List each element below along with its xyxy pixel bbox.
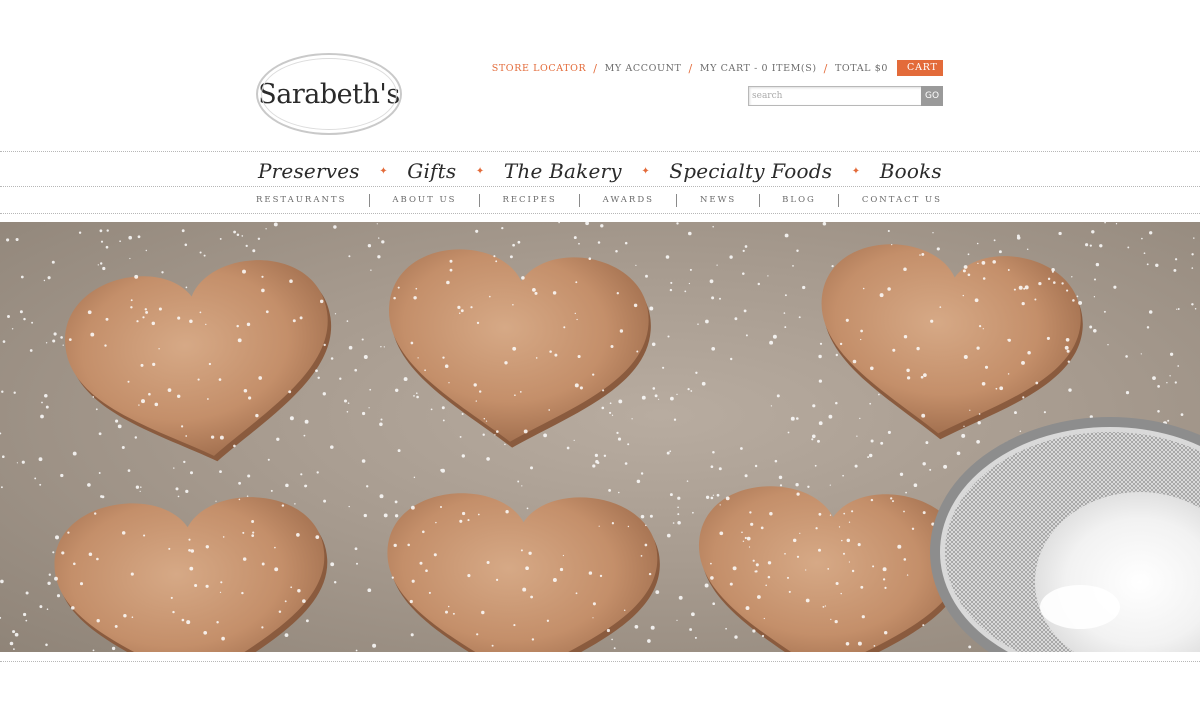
heart-cookie: [383, 490, 662, 652]
nav-specialty-foods[interactable]: Specialty Foods: [669, 159, 832, 183]
separator: /: [688, 61, 693, 75]
nav-books[interactable]: Books: [880, 159, 942, 183]
nav-about-us[interactable]: ABOUT US: [392, 195, 456, 205]
nav-separator: [368, 193, 370, 207]
heart-cookie: [690, 481, 969, 652]
nav-awards[interactable]: AWARDS: [603, 195, 654, 205]
nav-blog[interactable]: BLOG: [782, 195, 816, 205]
search-form: GO: [748, 86, 943, 106]
nav-gifts[interactable]: Gifts: [407, 159, 456, 183]
separator: /: [823, 61, 828, 75]
sieve-icon: [930, 417, 1200, 652]
heart-cookie: [809, 237, 1089, 453]
hero-image: [0, 222, 1200, 652]
divider-line: [0, 186, 1200, 187]
secondary-nav: RESTAURANTS ABOUT US RECIPES AWARDS NEWS…: [256, 192, 942, 208]
nav-restaurants[interactable]: RESTAURANTS: [256, 195, 346, 205]
diamond-divider-icon: ✦: [641, 165, 650, 177]
primary-nav: Preserves ✦ Gifts ✦ The Bakery ✦ Special…: [258, 157, 942, 185]
logo[interactable]: Sarabeth's: [256, 53, 402, 135]
heart-cookie: [51, 493, 334, 652]
my-cart-link[interactable]: MY CART - 0 ITEM(S): [700, 63, 817, 74]
cart-total: TOTAL $0: [834, 62, 888, 74]
utility-nav: STORE LOCATOR / MY ACCOUNT / MY CART - 0…: [492, 60, 943, 76]
diamond-divider-icon: ✦: [475, 165, 485, 177]
nav-separator: [676, 193, 678, 207]
logo-text: Sarabeth's: [258, 78, 400, 110]
heart-cookie: [57, 250, 349, 480]
nav-recipes[interactable]: RECIPES: [502, 195, 556, 205]
nav-separator: [478, 193, 480, 207]
divider-line: [0, 661, 1200, 662]
search-go-button[interactable]: GO: [921, 86, 943, 106]
store-locator-link[interactable]: STORE LOCATOR: [492, 63, 587, 74]
nav-the-bakery[interactable]: The Bakery: [504, 159, 622, 183]
nav-separator: [758, 193, 760, 207]
hero-illustration: [0, 222, 1200, 652]
my-account-link[interactable]: MY ACCOUNT: [605, 63, 682, 74]
nav-contact-us[interactable]: CONTACT US: [862, 195, 942, 205]
separator: /: [593, 61, 598, 75]
cart-button[interactable]: CART: [897, 60, 943, 76]
divider-line: [0, 151, 1200, 152]
nav-separator: [579, 193, 581, 207]
heart-cookie: [380, 244, 656, 457]
nav-separator: [838, 193, 840, 207]
diamond-divider-icon: ✦: [851, 165, 861, 177]
nav-preserves[interactable]: Preserves: [258, 159, 360, 183]
search-input[interactable]: [748, 86, 921, 106]
diamond-divider-icon: ✦: [379, 165, 388, 177]
nav-news[interactable]: NEWS: [700, 195, 736, 205]
divider-line: [0, 213, 1200, 214]
